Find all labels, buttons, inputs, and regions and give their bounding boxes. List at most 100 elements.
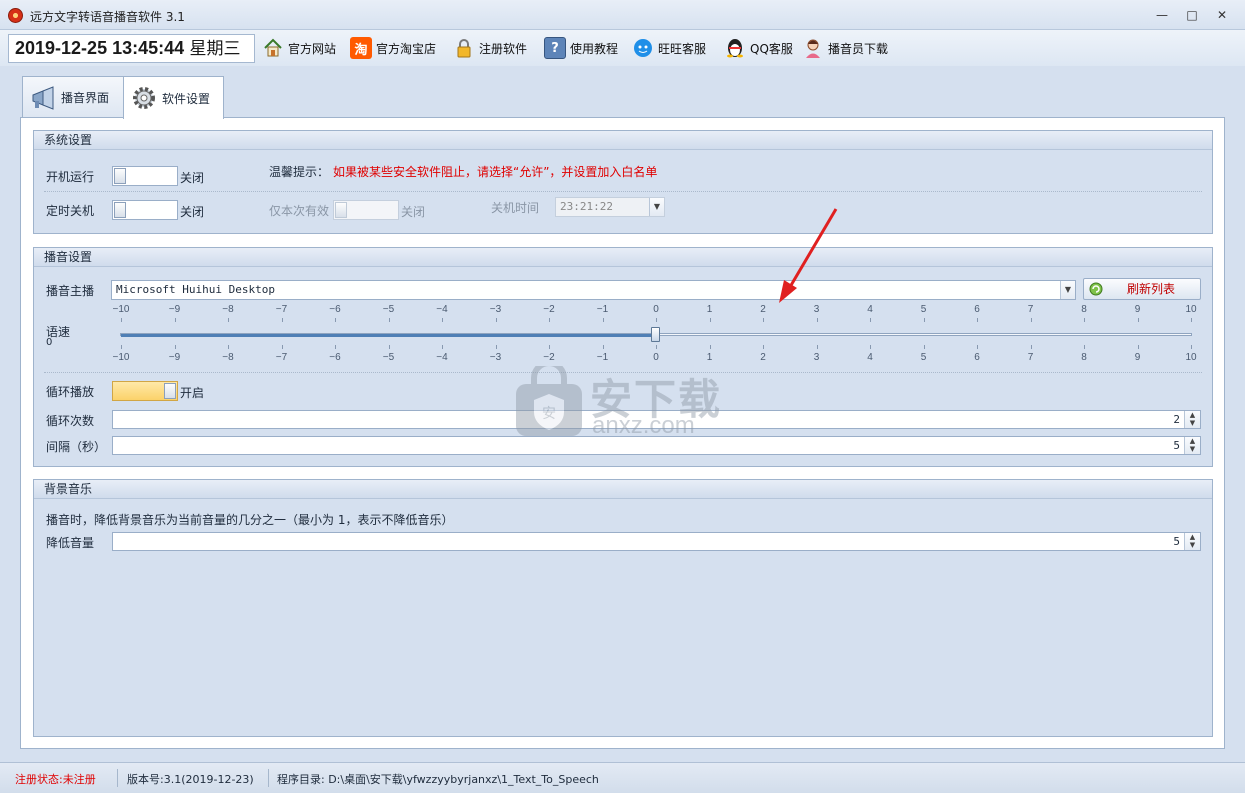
speed-tick-label: −2 [543, 304, 555, 315]
autostart-toggle-knob [114, 168, 126, 184]
app-logo-icon [8, 8, 23, 23]
svg-text:安: 安 [542, 406, 556, 422]
register-software-label: 注册软件 [479, 41, 528, 56]
speed-tick-mark [1084, 345, 1085, 349]
speed-tick-label: 8 [1081, 352, 1087, 363]
speed-tick-label: −8 [222, 352, 234, 363]
system-settings-group: 系统设置 开机运行 关闭 温馨提示： 如果被某些安全软件阻止，请选择“允许”，并… [33, 130, 1213, 234]
speed-tick-label: 3 [813, 304, 820, 315]
speed-tick-mark [870, 345, 871, 349]
speed-tick-label: 2 [760, 304, 766, 315]
speed-tick-mark [228, 345, 229, 349]
taobao-store-button[interactable]: 淘 官方淘宝店 [350, 34, 436, 62]
speed-tick-mark [1137, 318, 1139, 322]
speed-tick-label: −2 [543, 352, 555, 363]
minimize-button[interactable]: — [1151, 6, 1173, 24]
speed-tick-label: −7 [275, 304, 288, 315]
speed-tick-label: 5 [920, 304, 927, 315]
speed-tick-mark [1084, 318, 1085, 322]
gear-icon [133, 87, 155, 109]
slider-thumb[interactable] [651, 327, 660, 342]
speed-tick-label: 0 [653, 352, 659, 363]
loop-count-label: 循环次数 [46, 414, 95, 428]
home-icon [262, 37, 284, 59]
close-button[interactable]: ✕ [1211, 6, 1233, 24]
reduce-volume-value: 5 [1173, 535, 1180, 548]
speed-tick-mark [923, 345, 925, 349]
speed-tick-label: −4 [436, 304, 448, 315]
shutdown-state: 关闭 [180, 205, 205, 219]
tab-broadcast[interactable]: 播音界面 [22, 76, 124, 118]
shutdown-time-select[interactable]: 23:21:22 ▼ [555, 197, 665, 217]
autostart-label: 开机运行 [46, 170, 95, 184]
weekday-value: 星期三 [189, 39, 241, 59]
speed-tick-label: 8 [1081, 304, 1087, 315]
qq-support-button[interactable]: QQ客服 [724, 34, 793, 62]
speed-tick-label: 0 [653, 304, 659, 315]
speed-tick-mark [816, 318, 818, 322]
toolbar: 2019-12-25 13:45:44 星期三 官方网站 淘 官方淘宝店 注册软… [0, 30, 1245, 66]
reduce-volume-input[interactable]: 5 ▲ ▼ [112, 532, 1201, 551]
system-settings-header: 系统设置 [34, 131, 1212, 150]
shutdown-toggle[interactable] [112, 200, 178, 220]
speed-tick-label: −5 [382, 352, 395, 363]
tab-settings-label: 软件设置 [162, 91, 211, 106]
speed-tick-mark [977, 345, 978, 349]
spin-arrows-icon[interactable]: ▲ ▼ [1184, 411, 1200, 428]
speed-tick-label: −9 [168, 304, 181, 315]
speed-tick-mark [763, 318, 764, 322]
reduce-volume-label: 降低音量 [46, 536, 95, 550]
status-bar: 注册状态:未注册 版本号:3.1(2019-12-23) 程序目录: D:\桌面… [0, 762, 1245, 793]
speed-tick-mark [1191, 345, 1192, 349]
register-software-button[interactable]: 注册软件 [453, 34, 527, 62]
speed-tick-mark [335, 318, 336, 322]
speed-tick-label: 9 [1134, 352, 1141, 363]
announcer-icon [802, 37, 824, 59]
speed-tick-mark [870, 318, 871, 322]
taobao-store-label: 官方淘宝店 [376, 41, 437, 56]
wangwang-support-button[interactable]: 旺旺客服 [632, 34, 706, 62]
shutdown-time-label: 关机时间 [491, 201, 540, 215]
speed-tick-mark [495, 345, 497, 349]
megaphone-icon [32, 85, 54, 110]
speed-tick-mark [602, 345, 604, 349]
lock-icon [453, 37, 475, 59]
bg-music-header: 背景音乐 [34, 480, 1212, 499]
speed-tick-label: 6 [974, 352, 980, 363]
tab-broadcast-label: 播音界面 [61, 91, 110, 105]
wangwang-support-label: 旺旺客服 [658, 41, 707, 56]
shutdown-toggle-knob [114, 202, 126, 218]
speed-tick-mark [495, 318, 497, 322]
speed-tick-label: −7 [275, 352, 288, 363]
speed-tick-mark [709, 345, 711, 349]
spin-arrows-icon[interactable]: ▲ ▼ [1184, 533, 1200, 550]
loop-play-state: 开启 [180, 386, 205, 400]
speed-tick-label: 10 [1185, 304, 1197, 315]
speed-tick-label: −1 [596, 304, 609, 315]
autostart-toggle[interactable] [112, 166, 178, 186]
speed-tick-mark [656, 345, 657, 349]
tutorial-button[interactable]: ? 使用教程 [544, 34, 618, 62]
speed-slider[interactable]: −10 −10 −9 −9 −8 −8 −7 −7 −6 −6 −5 −5 −4 −4 −3 −3 −2 −2 −1… [34, 248, 1214, 378]
speed-tick-mark [174, 318, 176, 322]
official-site-button[interactable]: 官方网站 [262, 34, 336, 62]
announcer-download-button[interactable]: 播音员下载 [802, 34, 888, 62]
watermark-text-en: anxz.com [592, 412, 695, 439]
speed-tick-label: 4 [867, 352, 873, 363]
loop-play-toggle[interactable] [112, 381, 178, 401]
speed-tick-label: −9 [168, 352, 181, 363]
maximize-button[interactable]: □ [1181, 6, 1203, 24]
shutdown-time-value: 23:21:22 [560, 200, 613, 213]
spin-arrows-icon[interactable]: ▲ ▼ [1184, 437, 1200, 454]
speed-tick-mark [602, 318, 604, 322]
loop-count-value: 2 [1173, 413, 1180, 426]
speed-tick-mark [281, 318, 283, 322]
speed-tick-mark [228, 318, 229, 322]
slider-fill [121, 334, 656, 337]
tab-settings[interactable]: 软件设置 [123, 76, 224, 119]
speed-tick-mark [923, 318, 925, 322]
interval-label: 间隔（秒） [46, 440, 107, 454]
qq-support-label: QQ客服 [750, 41, 793, 56]
once-only-toggle[interactable] [333, 200, 399, 220]
speed-tick-label: 1 [706, 304, 713, 315]
